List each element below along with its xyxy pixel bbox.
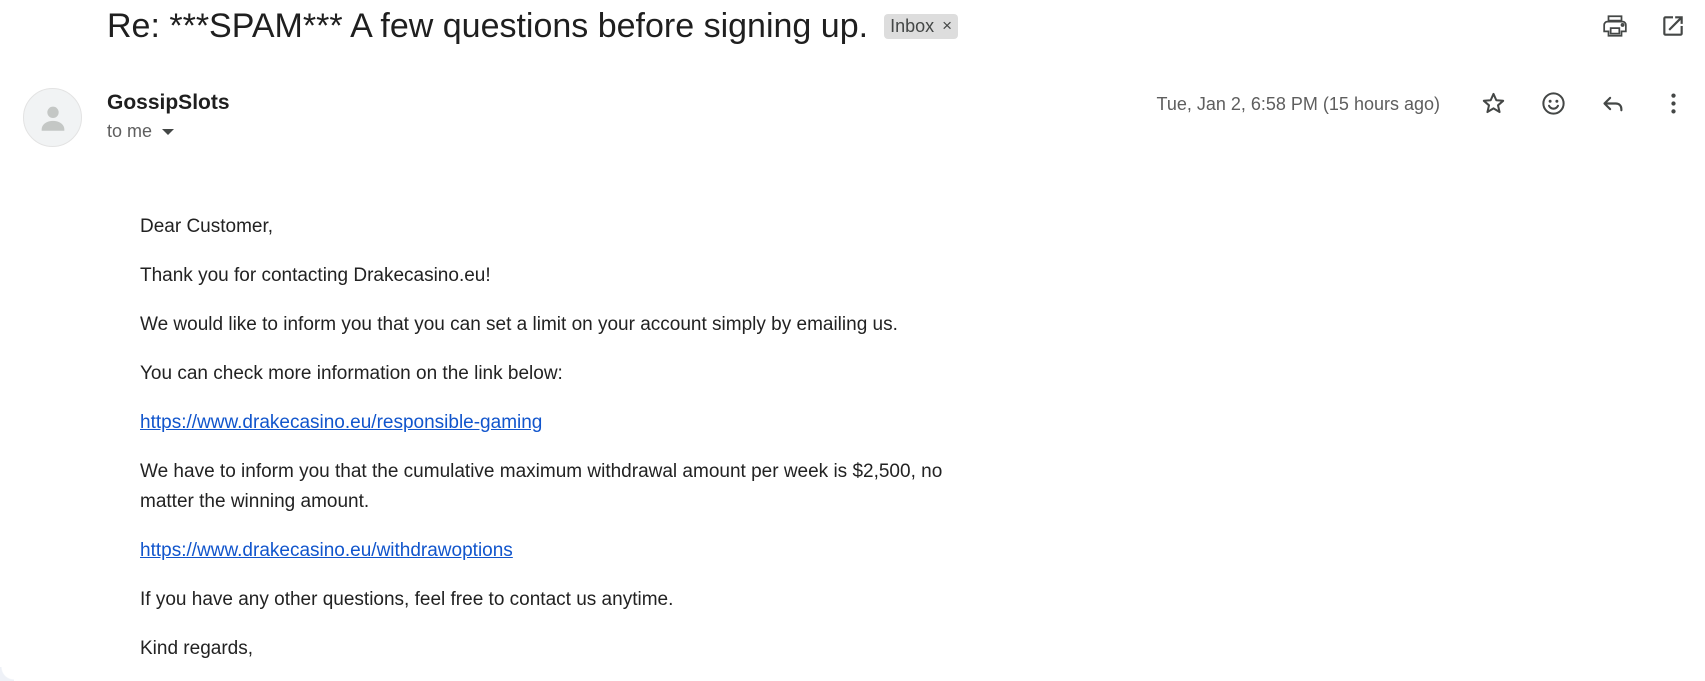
open-in-new-window-icon <box>1663 16 1683 36</box>
emoji-reaction-icon <box>1541 91 1565 115</box>
email-view: Re: ***SPAM*** A few questions before si… <box>0 0 1705 681</box>
subject-row: Re: ***SPAM*** A few questions before si… <box>107 3 959 49</box>
open-in-new-window-button[interactable] <box>1655 8 1691 44</box>
body-check-info: You can check more information on the li… <box>140 363 563 384</box>
person-icon <box>41 106 64 131</box>
body-link-paragraph: https://www.drakecasino.eu/responsible-g… <box>140 408 1000 438</box>
more-options-icon <box>1670 92 1676 114</box>
body-closing: Kind regards, <box>140 638 254 659</box>
body-withdrawal-info: We have to inform you that the cumulativ… <box>140 461 943 512</box>
body-questions: If you have any other questions, feel fr… <box>140 589 674 610</box>
body-thanks: Thank you for contacting Drakecasino.eu! <box>140 265 491 286</box>
message-date: Tue, Jan 2, 6:58 PM (15 hours ago) <box>1156 94 1441 114</box>
remove-label-button[interactable]: × <box>942 16 952 36</box>
label-name: Inbox <box>890 15 935 36</box>
thread-actions <box>1597 8 1691 44</box>
body-link-paragraph: https://www.drakecasino.eu/withdrawoptio… <box>140 536 1000 566</box>
recipient-label: to me <box>107 121 153 141</box>
sender-avatar[interactable] <box>23 88 82 147</box>
reply-button[interactable] <box>1595 85 1631 121</box>
star-icon <box>1482 92 1504 113</box>
print-icon <box>1603 15 1627 37</box>
responsible-gaming-link[interactable]: https://www.drakecasino.eu/responsible-g… <box>140 412 542 433</box>
more-options-button[interactable] <box>1655 85 1691 121</box>
recipient-details-toggle[interactable]: to me <box>107 121 175 142</box>
message-actions <box>1475 85 1705 121</box>
star-button[interactable] <box>1475 85 1511 121</box>
chevron-down-icon <box>162 128 175 135</box>
message-body: Dear Customer, Thank you for contacting … <box>140 212 1000 681</box>
body-greeting: Dear Customer, <box>140 216 274 237</box>
body-limit-info: We would like to inform you that you can… <box>140 314 898 335</box>
print-button[interactable] <box>1597 8 1633 44</box>
inbox-label-chip[interactable]: Inbox × <box>884 13 959 39</box>
withdraw-options-link[interactable]: https://www.drakecasino.eu/withdrawoptio… <box>140 540 513 561</box>
reply-icon <box>1602 96 1622 111</box>
sender-name[interactable]: GossipSlots <box>107 89 230 117</box>
add-reaction-button[interactable] <box>1535 85 1571 121</box>
window-corner <box>0 667 14 681</box>
email-subject: Re: ***SPAM*** A few questions before si… <box>107 7 869 45</box>
